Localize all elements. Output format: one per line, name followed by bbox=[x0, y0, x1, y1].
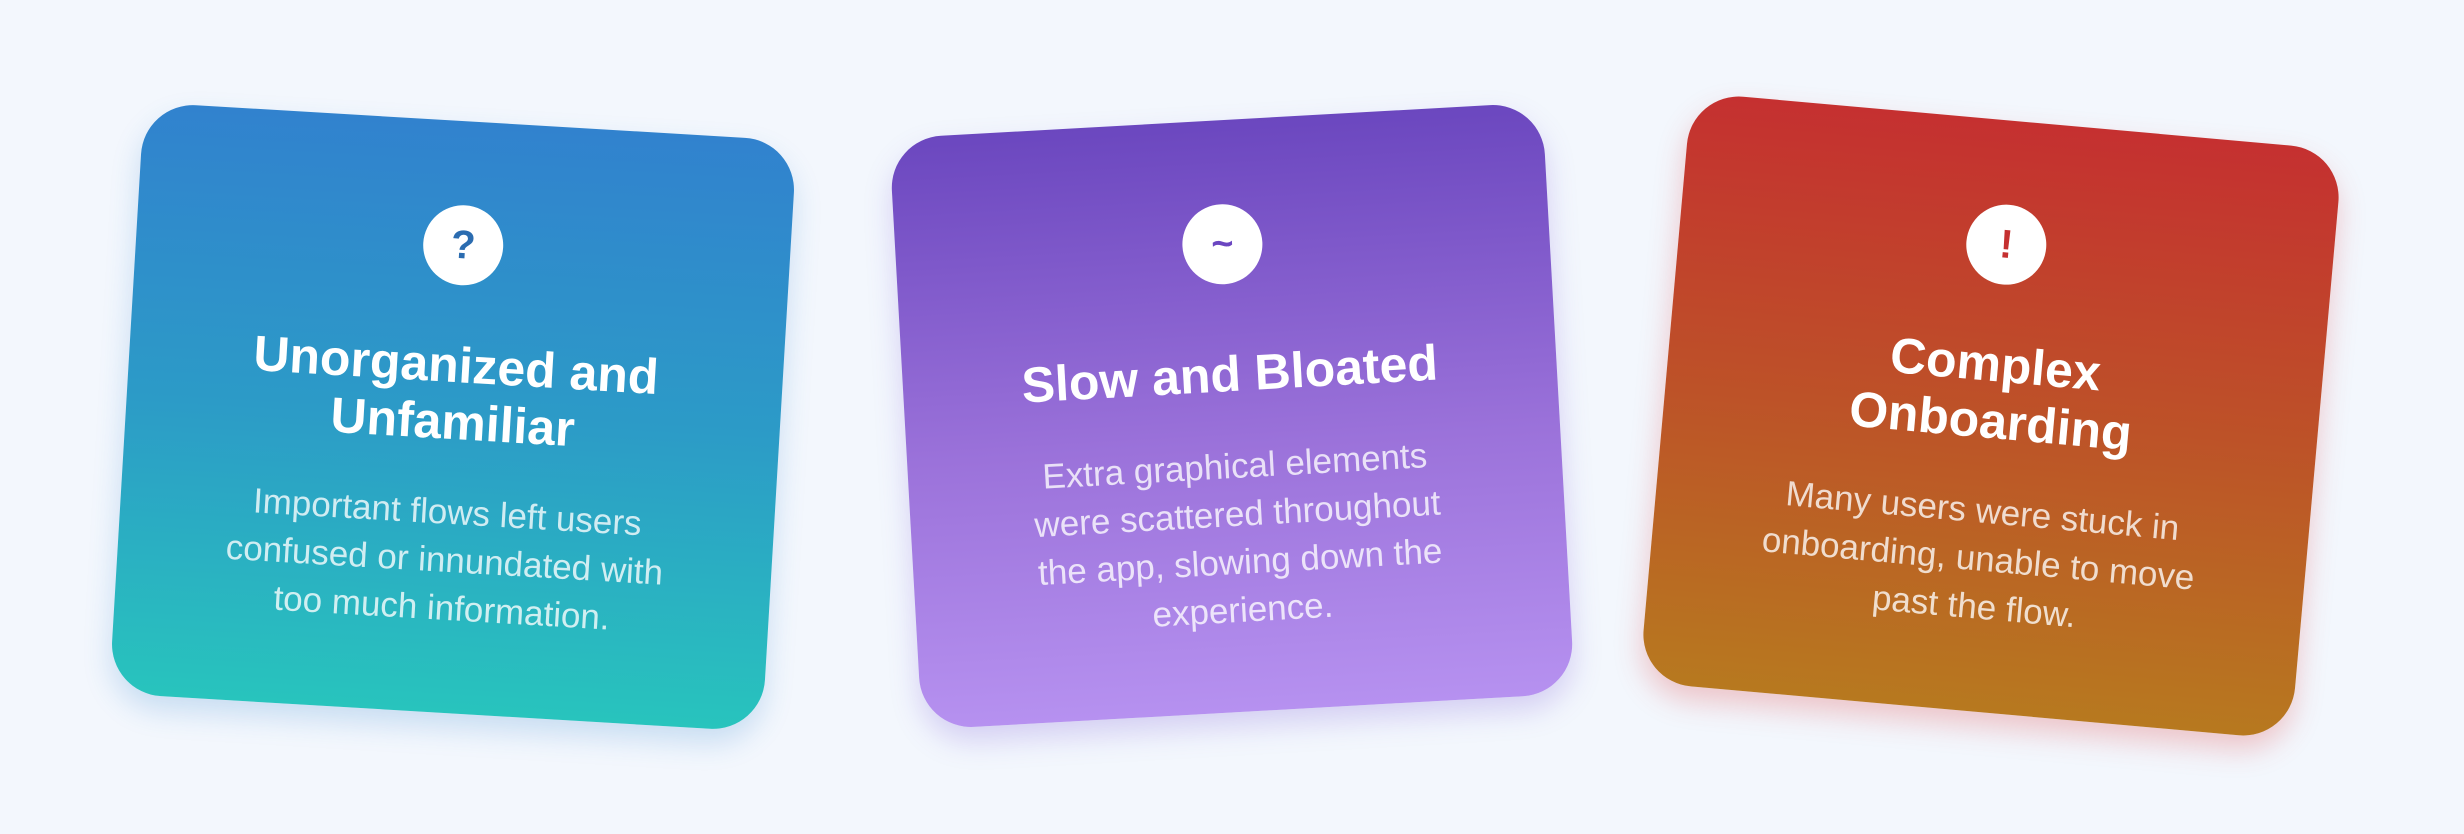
card-description: Important flows left users confused or i… bbox=[176, 473, 714, 648]
exclamation-icon: ! bbox=[1962, 201, 2050, 289]
card-title: Unorganized and Unfamiliar bbox=[186, 321, 722, 466]
question-mark-icon: ? bbox=[420, 203, 506, 288]
card-title: Slow and Bloated bbox=[964, 331, 1496, 417]
tilde-icon: ~ bbox=[1180, 202, 1265, 287]
card-title-line: Slow and Bloated bbox=[1020, 334, 1440, 414]
problem-card-onboarding: ! Complex Onboarding Many users were stu… bbox=[1638, 92, 2344, 740]
card-description-line: past the flow. bbox=[1870, 578, 2078, 636]
problem-card-unorganized: ? Unorganized and Unfamiliar Important f… bbox=[109, 102, 797, 732]
problem-cards-section: ? Unorganized and Unfamiliar Important f… bbox=[0, 0, 2464, 834]
card-description: Extra graphical elements were scattered … bbox=[969, 428, 1509, 649]
card-title: Complex Onboarding bbox=[1724, 313, 2262, 474]
card-description: Many users were stuck in onboarding, una… bbox=[1708, 464, 2249, 655]
card-description-line: experience. bbox=[1151, 585, 1335, 635]
card-title-line: Unorganized and bbox=[251, 325, 661, 406]
card-description-line: too much information. bbox=[272, 578, 611, 638]
problem-card-slow: ~ Slow and Bloated Extra graphical eleme… bbox=[888, 102, 1576, 730]
